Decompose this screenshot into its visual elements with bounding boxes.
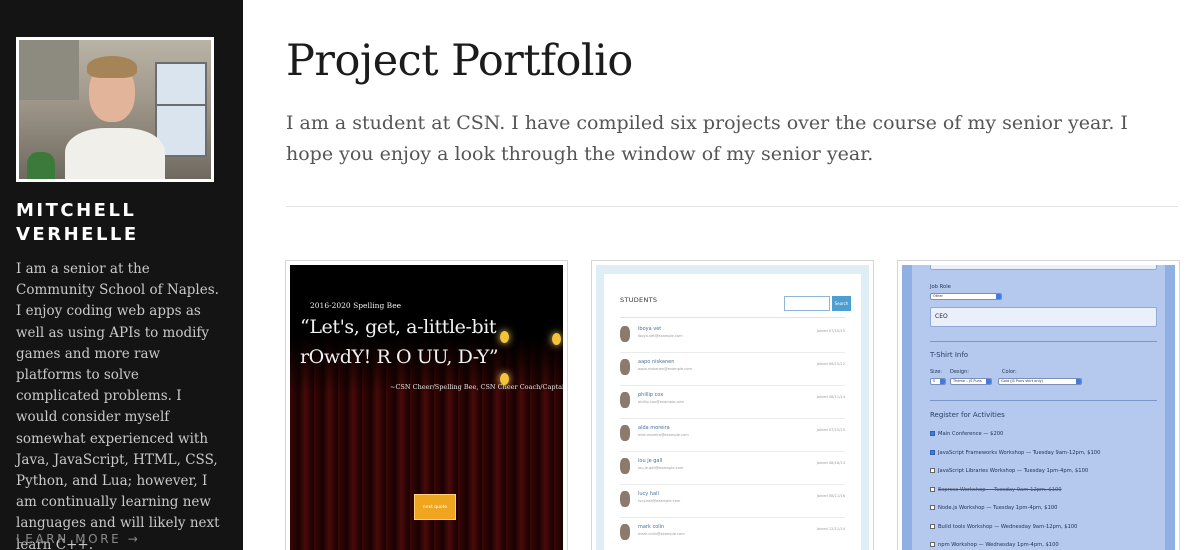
- table-row[interactable]: phillip cox phillip.cox@example.com Joined…: [620, 385, 845, 419]
- project-thumbnail: Job Role Other CEO T-Shirt Info Size: De…: [902, 265, 1175, 550]
- sidebar: MITCHELL VERHELLE I am a senior at the C…: [0, 0, 243, 550]
- activity-checkbox[interactable]: [930, 468, 935, 473]
- job-role-label: Job Role: [930, 284, 951, 290]
- bee-header: 2016-2020 Spelling Bee: [310, 301, 402, 310]
- profile-name: MITCHELL VERHELLE: [16, 200, 139, 245]
- student-name: lou je gall: [638, 458, 663, 464]
- student-joined: Joined 08/11/14: [816, 395, 845, 399]
- student-avatar: [620, 326, 630, 342]
- job-role-select[interactable]: Other: [930, 293, 1002, 300]
- color-label: Color:: [1002, 369, 1017, 375]
- avatar: [16, 37, 214, 182]
- student-search-input[interactable]: [784, 296, 830, 311]
- activity-checkbox[interactable]: [930, 505, 935, 510]
- table-row[interactable]: aapo niskanen aapo.niskanen@example.com Jo…: [620, 352, 845, 386]
- activity-label: JavaScript Libraries Workshop — Tuesday …: [938, 468, 1089, 474]
- table-row[interactable]: iboya vet iboya.vet@example.com Joined 07/…: [620, 319, 845, 353]
- student-email: aapo.niskanen@example.com: [638, 367, 692, 371]
- activity-label: Main Conference — $200: [938, 431, 1004, 437]
- project-card-spelling-bee[interactable]: 2016-2020 Spelling Bee “Let's, get, a-li…: [285, 260, 568, 550]
- student-avatar: [620, 458, 630, 474]
- student-joined: Joined 08/18/13: [816, 461, 845, 465]
- page-title: Project Portfolio: [286, 36, 633, 86]
- student-joined: Joined 12/11/14: [816, 527, 845, 531]
- project-card-students[interactable]: STUDENTS Search iboya vet iboya.vet@examp…: [591, 260, 874, 550]
- design-select[interactable]: Theme – JS Puns: [950, 378, 992, 385]
- activity-label: Express Workshop — Tuesday 9am-12pm, $10…: [938, 486, 1062, 493]
- activity-option[interactable]: Node.js Workshop — Tuesday 1pm-4pm, $100: [930, 505, 1057, 511]
- student-email: mark.colin@example.com: [638, 532, 685, 536]
- tshirt-heading: T-Shirt Info: [930, 351, 969, 359]
- activity-checkbox[interactable]: [930, 542, 935, 547]
- student-joined: Joined 07/15/15: [816, 428, 845, 432]
- student-name: iboya vet: [638, 326, 662, 332]
- activity-label: JavaScript Frameworks Workshop — Tuesday…: [938, 449, 1101, 456]
- divider: [286, 206, 1178, 207]
- activity-label: Build tools Workshop — Wednesday 9am-12p…: [938, 523, 1078, 530]
- activity-option[interactable]: JavaScript Libraries Workshop — Tuesday …: [930, 468, 1088, 474]
- table-row[interactable]: mark colin mark.colin@example.com Joined 1…: [620, 517, 845, 550]
- activity-checkbox[interactable]: [930, 523, 935, 529]
- student-avatar: [620, 491, 630, 507]
- activity-option[interactable]: npm Workshop — Wednesday 1pm-4pm, $100: [930, 542, 1059, 548]
- students-heading: STUDENTS: [620, 296, 658, 304]
- next-quote-button[interactable]: next quote: [414, 494, 456, 520]
- student-email: iboya.vet@example.com: [638, 334, 683, 338]
- activity-option[interactable]: Build tools Workshop — Wednesday 9am-12p…: [930, 523, 1078, 530]
- learn-more-link[interactable]: LEARN MORE →: [16, 532, 140, 546]
- size-select[interactable]: S: [930, 378, 946, 385]
- student-avatar: [620, 524, 630, 540]
- table-row[interactable]: lucy hall lucy.hall@example.com Joined 08/…: [620, 484, 845, 518]
- activity-option[interactable]: Express Workshop — Tuesday 9am-12pm, $10…: [930, 486, 1062, 493]
- activity-label: npm Workshop — Wednesday 1pm-4pm, $100: [938, 542, 1059, 548]
- other-role-field[interactable]: CEO: [930, 307, 1157, 327]
- activity-label: Node.js Workshop — Tuesday 1pm-4pm, $100: [938, 505, 1058, 511]
- student-email: lou.je.gall@example.com: [638, 466, 684, 470]
- student-name: phillip cox: [638, 392, 664, 398]
- color-select[interactable]: Gold (JS Puns shirt only): [998, 378, 1082, 385]
- activity-checkbox[interactable]: [930, 431, 935, 436]
- student-joined: Joined 06/15/12: [816, 362, 845, 366]
- student-avatar: [620, 359, 630, 375]
- student-name: mark colin: [638, 524, 665, 530]
- activity-option[interactable]: JavaScript Frameworks Workshop — Tuesday…: [930, 449, 1101, 456]
- profile-photo: [19, 40, 211, 179]
- student-name: lucy hall: [638, 491, 659, 497]
- project-card-registration[interactable]: Job Role Other CEO T-Shirt Info Size: De…: [897, 260, 1180, 550]
- student-name: alda moreira: [638, 425, 670, 431]
- activities-heading: Register for Activities: [930, 411, 1005, 419]
- student-email: phillip.cox@example.com: [638, 400, 685, 404]
- student-email: lucy.hall@example.com: [638, 499, 681, 503]
- registration-form: Job Role Other CEO T-Shirt Info Size: De…: [912, 265, 1165, 550]
- student-joined: Joined 08/11/16: [816, 494, 845, 498]
- intro-text: I am a student at CSN. I have compiled s…: [286, 112, 1128, 165]
- student-joined: Joined 07/15/15: [816, 329, 845, 333]
- project-thumbnail: 2016-2020 Spelling Bee “Let's, get, a-li…: [290, 265, 563, 550]
- activity-checkbox[interactable]: [930, 449, 935, 455]
- activity-checkbox[interactable]: [930, 486, 935, 492]
- student-avatar: [620, 392, 630, 408]
- table-row[interactable]: alda moreira alda.moreira@example.com Join…: [620, 418, 845, 452]
- student-search-button[interactable]: Search: [832, 296, 851, 311]
- student-name: aapo niskanen: [638, 359, 675, 365]
- other-role-value: CEO: [935, 313, 948, 320]
- student-avatar: [620, 425, 630, 441]
- students-panel: STUDENTS Search iboya vet iboya.vet@examp…: [604, 274, 861, 550]
- email-field[interactable]: [930, 265, 1157, 270]
- student-email: alda.moreira@example.com: [638, 433, 689, 437]
- bee-citation: ~CSN Cheer/Spelling Bee, CSN Cheer Coach…: [390, 383, 563, 391]
- profile-bio: I am a senior at the Community School of…: [16, 261, 220, 550]
- bee-quote: “Let's, get, a-little-bit rOwdY! R O UU,…: [300, 316, 499, 368]
- table-row[interactable]: lou je gall lou.je.gall@example.com Joined…: [620, 451, 845, 485]
- design-label: Design:: [950, 369, 969, 375]
- project-thumbnail: STUDENTS Search iboya vet iboya.vet@examp…: [596, 265, 869, 550]
- activity-option[interactable]: Main Conference — $200: [930, 431, 1003, 437]
- size-label: Size:: [930, 369, 942, 375]
